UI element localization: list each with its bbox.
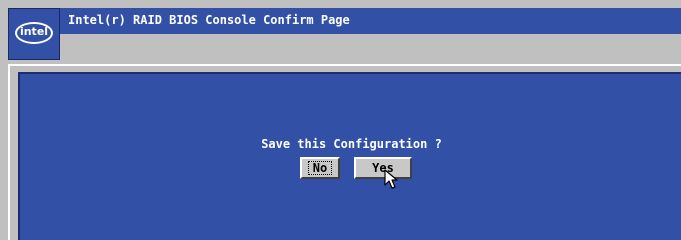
intel-logo-icon: intel <box>8 8 60 60</box>
confirm-panel: Save this Configuration ? No Yes <box>18 72 681 240</box>
mouse-pointer-icon <box>384 169 398 189</box>
logo-text: intel <box>19 25 49 38</box>
title-strip: Intel(r) RAID BIOS Console Confirm Page <box>60 8 681 34</box>
title-bar-lower <box>60 34 681 60</box>
title-bar: intel Intel(r) RAID BIOS Console Confirm… <box>8 8 681 60</box>
screen: intel Intel(r) RAID BIOS Console Confirm… <box>0 0 681 240</box>
confirm-prompt: Save this Configuration ? <box>261 137 442 151</box>
window-title: Intel(r) RAID BIOS Console Confirm Page <box>68 13 350 27</box>
no-button[interactable]: No <box>300 157 340 179</box>
yes-button[interactable]: Yes <box>354 157 412 179</box>
no-button-label: No <box>307 161 333 175</box>
